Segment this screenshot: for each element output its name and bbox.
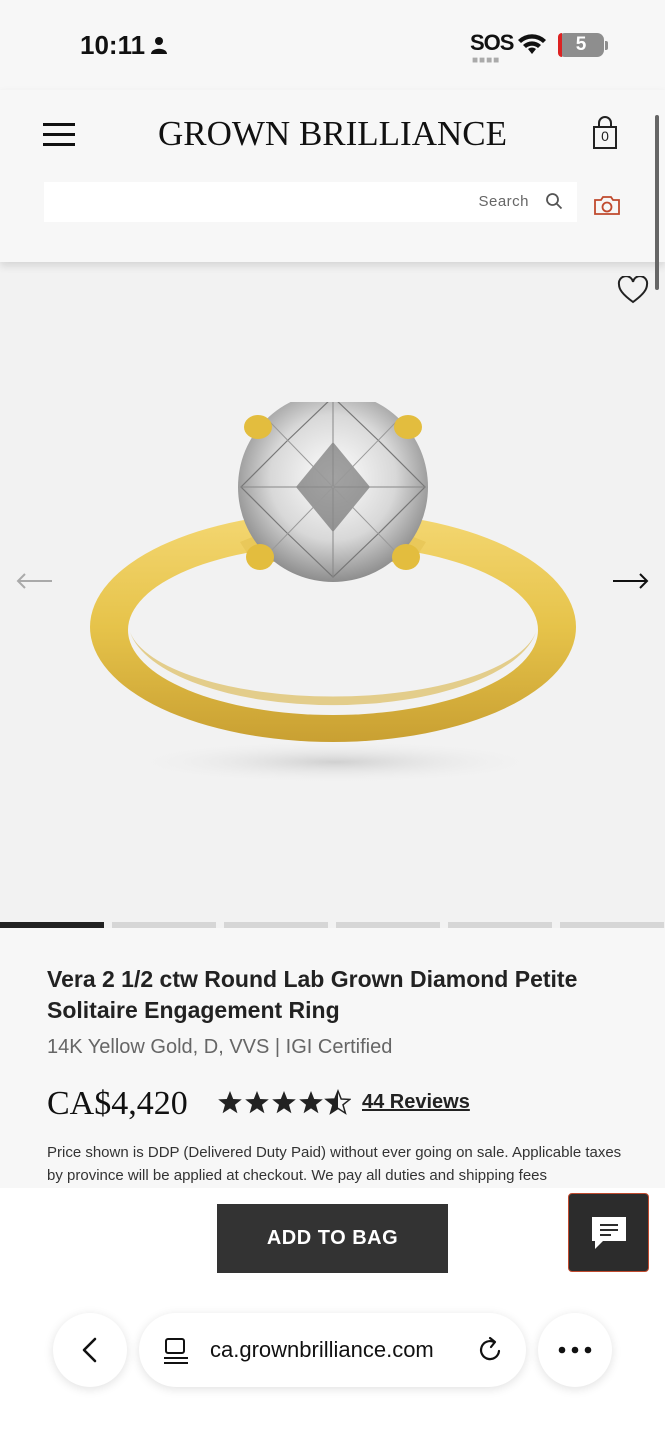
product-subtitle: 14K Yellow Gold, D, VVS | IGI Certified xyxy=(47,1036,393,1058)
heart-icon[interactable] xyxy=(617,276,649,304)
product-image xyxy=(90,402,576,782)
signal-dots: ■■■■ xyxy=(472,55,501,66)
product-title: Vera 2 1/2 ctw Round Lab Grown Diamond P… xyxy=(47,966,578,1023)
search-icon[interactable] xyxy=(545,192,563,210)
star-icon xyxy=(218,1091,242,1114)
star-icon xyxy=(245,1091,269,1114)
brand-logo[interactable]: GROWN BRILLIANCE xyxy=(0,114,665,154)
address-bar[interactable]: ca.grownbrilliance.com xyxy=(139,1313,526,1387)
add-to-bag-button[interactable]: ADD TO BAG xyxy=(217,1204,448,1273)
reviews-link[interactable]: 44 Reviews xyxy=(362,1091,470,1114)
product-price: CA$4,420 xyxy=(47,1085,188,1122)
sos-indicator: SOS xyxy=(470,30,514,55)
arrow-right-icon[interactable] xyxy=(611,572,649,590)
bag-count: 0 xyxy=(601,128,609,144)
status-time: 10:11 xyxy=(80,30,146,60)
browser-back-button[interactable] xyxy=(53,1313,127,1387)
bottom-bar: ADD TO BAG ca.grownbrilliance.com xyxy=(0,1188,665,1440)
half-star-icon xyxy=(325,1090,351,1114)
battery-level: 5 xyxy=(575,34,587,55)
url-text: ca.grownbrilliance.com xyxy=(210,1337,434,1362)
wifi-icon xyxy=(518,34,546,54)
battery-tip xyxy=(605,41,608,50)
search-input[interactable]: Search xyxy=(44,182,577,222)
chat-button[interactable] xyxy=(568,1193,649,1272)
camera-icon[interactable] xyxy=(593,194,621,216)
person-icon xyxy=(151,37,167,54)
back-icon xyxy=(82,1337,97,1363)
price-note: Price shown is DDP (Delivered Duty Paid)… xyxy=(47,1144,622,1184)
status-bar: 10:11 SOS ■■■■ 5 xyxy=(0,0,665,90)
tab-icon xyxy=(164,1338,188,1364)
page-scrollbar[interactable] xyxy=(655,115,659,290)
more-icon xyxy=(558,1346,592,1354)
product-gallery[interactable] xyxy=(0,262,665,922)
search-placeholder: Search xyxy=(478,193,529,210)
star-icon xyxy=(272,1091,296,1114)
site-header: GROWN BRILLIANCE 0 Search xyxy=(0,90,665,262)
star-icon xyxy=(299,1091,323,1114)
more-button[interactable] xyxy=(538,1313,612,1387)
product-info: Vera 2 1/2 ctw Round Lab Grown Diamond P… xyxy=(0,928,665,1190)
battery-icon: 5 xyxy=(558,33,604,57)
star-rating xyxy=(218,1090,351,1114)
reload-icon[interactable] xyxy=(478,1336,504,1364)
chat-icon xyxy=(592,1217,626,1249)
arrow-left-icon[interactable] xyxy=(16,572,54,590)
